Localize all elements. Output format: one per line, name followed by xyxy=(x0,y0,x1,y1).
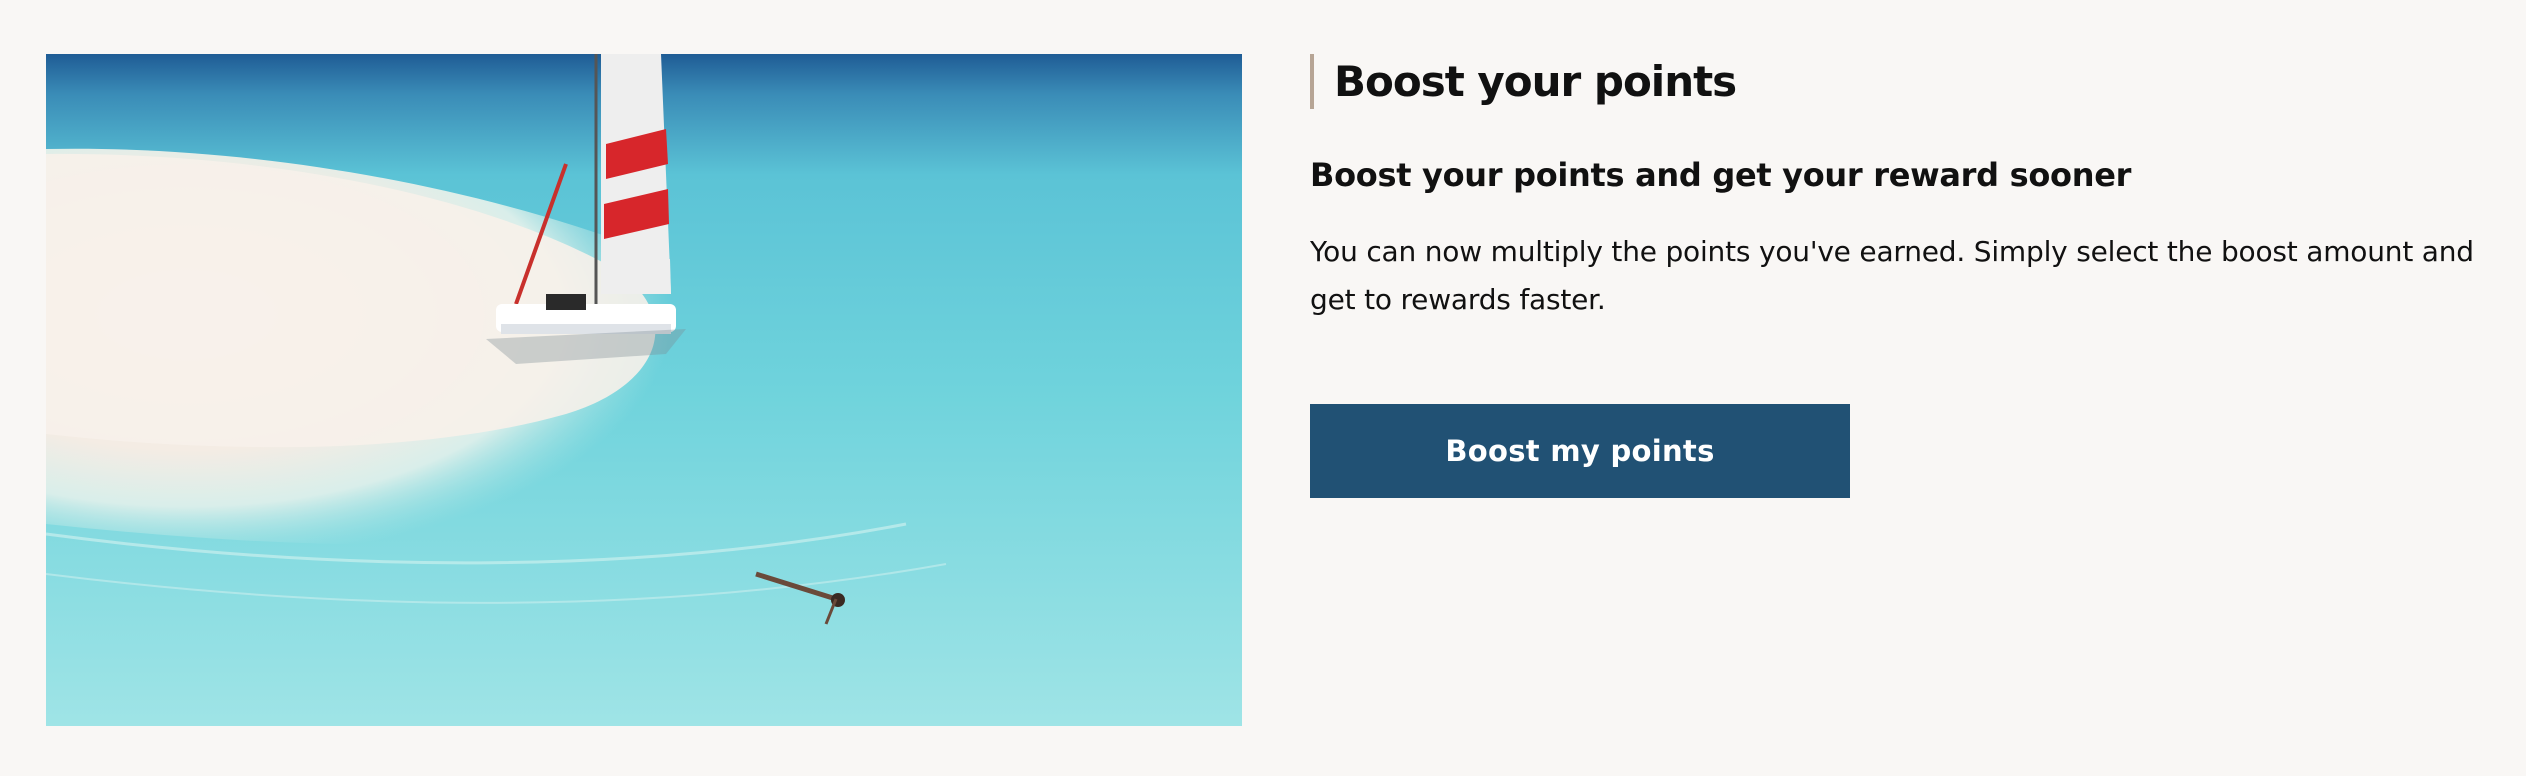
promo-content: Boost your points Boost your points and … xyxy=(1310,54,2490,498)
beach-photo xyxy=(46,54,1242,726)
title-block: Boost your points xyxy=(1310,54,2490,109)
promo-subtitle: Boost your points and get your reward so… xyxy=(1310,156,2132,194)
promo-page: Boost your points Boost your points and … xyxy=(0,0,2526,776)
boost-my-points-button[interactable]: Boost my points xyxy=(1310,404,1850,498)
promo-description: You can now multiply the points you've e… xyxy=(1310,235,2474,316)
page-title: Boost your points xyxy=(1334,57,1737,106)
